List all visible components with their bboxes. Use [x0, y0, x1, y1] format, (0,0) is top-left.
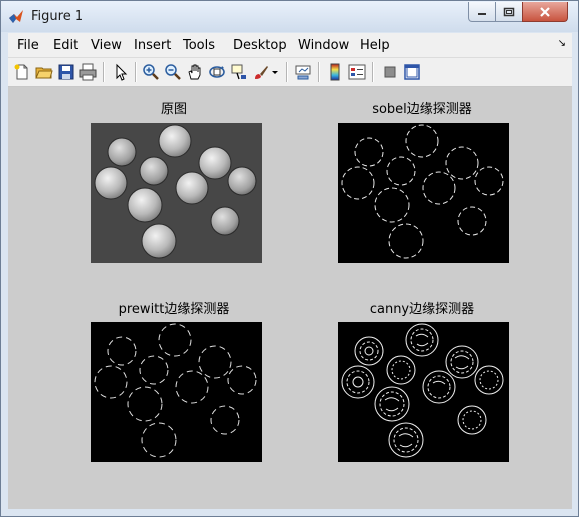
- print-icon[interactable]: [79, 63, 97, 81]
- restore-icon: [503, 7, 515, 16]
- window-title: Figure 1: [31, 9, 84, 24]
- menu-insert[interactable]: Insert: [134, 38, 171, 53]
- axes-title-original: 原图: [160, 102, 187, 117]
- data-cursor-icon[interactable]: [230, 63, 248, 81]
- axes-title-canny: canny边缘探测器: [369, 302, 475, 317]
- link-plot-icon[interactable]: [294, 63, 312, 81]
- maximize-button[interactable]: [495, 2, 523, 22]
- zoom-out-icon[interactable]: [164, 63, 182, 81]
- menu-file[interactable]: File: [17, 38, 39, 53]
- menu-dock-arrow-icon[interactable]: ↘: [558, 38, 566, 49]
- prewitt-edge-image: [91, 322, 262, 462]
- menu-bar: File Edit View Insert Tools Desktop Wind…: [8, 33, 572, 58]
- insert-colorbar-icon[interactable]: [326, 63, 344, 81]
- menu-desktop[interactable]: Desktop: [233, 38, 287, 53]
- menu-help[interactable]: Help: [360, 38, 390, 53]
- sobel-edges: [341, 124, 504, 259]
- toolbar-separator: [318, 62, 320, 82]
- pan-icon[interactable]: [186, 63, 204, 81]
- minimize-icon: [478, 12, 486, 15]
- open-file-icon[interactable]: [35, 63, 53, 81]
- close-icon: [540, 6, 550, 17]
- hide-plot-tools-icon[interactable]: [381, 63, 399, 81]
- axes-title-prewitt: prewitt边缘探测器: [118, 302, 230, 317]
- title-bar[interactable]: Figure 1: [1, 1, 578, 32]
- show-plot-tools-icon[interactable]: [403, 63, 421, 81]
- minimize-button[interactable]: [468, 2, 496, 22]
- canny-edges: [341, 323, 504, 458]
- toolbar-separator: [103, 62, 105, 82]
- rotate-3d-icon[interactable]: [208, 63, 226, 81]
- toolbar-separator: [135, 62, 137, 82]
- figure-window: Figure 1 File Edit View Insert Tools Des…: [0, 0, 579, 517]
- zoom-in-icon[interactable]: [142, 63, 160, 81]
- axes-title-sobel: sobel边缘探测器: [372, 102, 472, 117]
- sobel-edge-image: [338, 123, 509, 263]
- original-coins-image: [91, 123, 262, 263]
- insert-legend-icon[interactable]: [348, 63, 366, 81]
- save-icon[interactable]: [57, 63, 75, 81]
- close-button[interactable]: [522, 2, 568, 22]
- prewitt-edges: [94, 323, 257, 458]
- brush-icon[interactable]: [252, 63, 270, 81]
- menu-edit[interactable]: Edit: [53, 38, 78, 53]
- toolbar-separator: [286, 62, 288, 82]
- menu-view[interactable]: View: [91, 38, 122, 53]
- toolbar-separator: [372, 62, 374, 82]
- coins-grayscale-image: [91, 123, 262, 263]
- new-figure-icon[interactable]: [13, 63, 31, 81]
- figure-canvas: 原图 sobel边缘探测器 prewitt边缘探测器 canny边缘探测器: [8, 87, 572, 509]
- matlab-logo-icon: [9, 10, 23, 23]
- brush-dropdown-icon[interactable]: [270, 63, 280, 81]
- edit-plot-icon[interactable]: [112, 63, 130, 81]
- menu-window[interactable]: Window: [298, 38, 349, 53]
- figure-toolbar: [8, 58, 572, 87]
- menu-tools[interactable]: Tools: [183, 38, 215, 53]
- canny-edge-image: [338, 322, 509, 462]
